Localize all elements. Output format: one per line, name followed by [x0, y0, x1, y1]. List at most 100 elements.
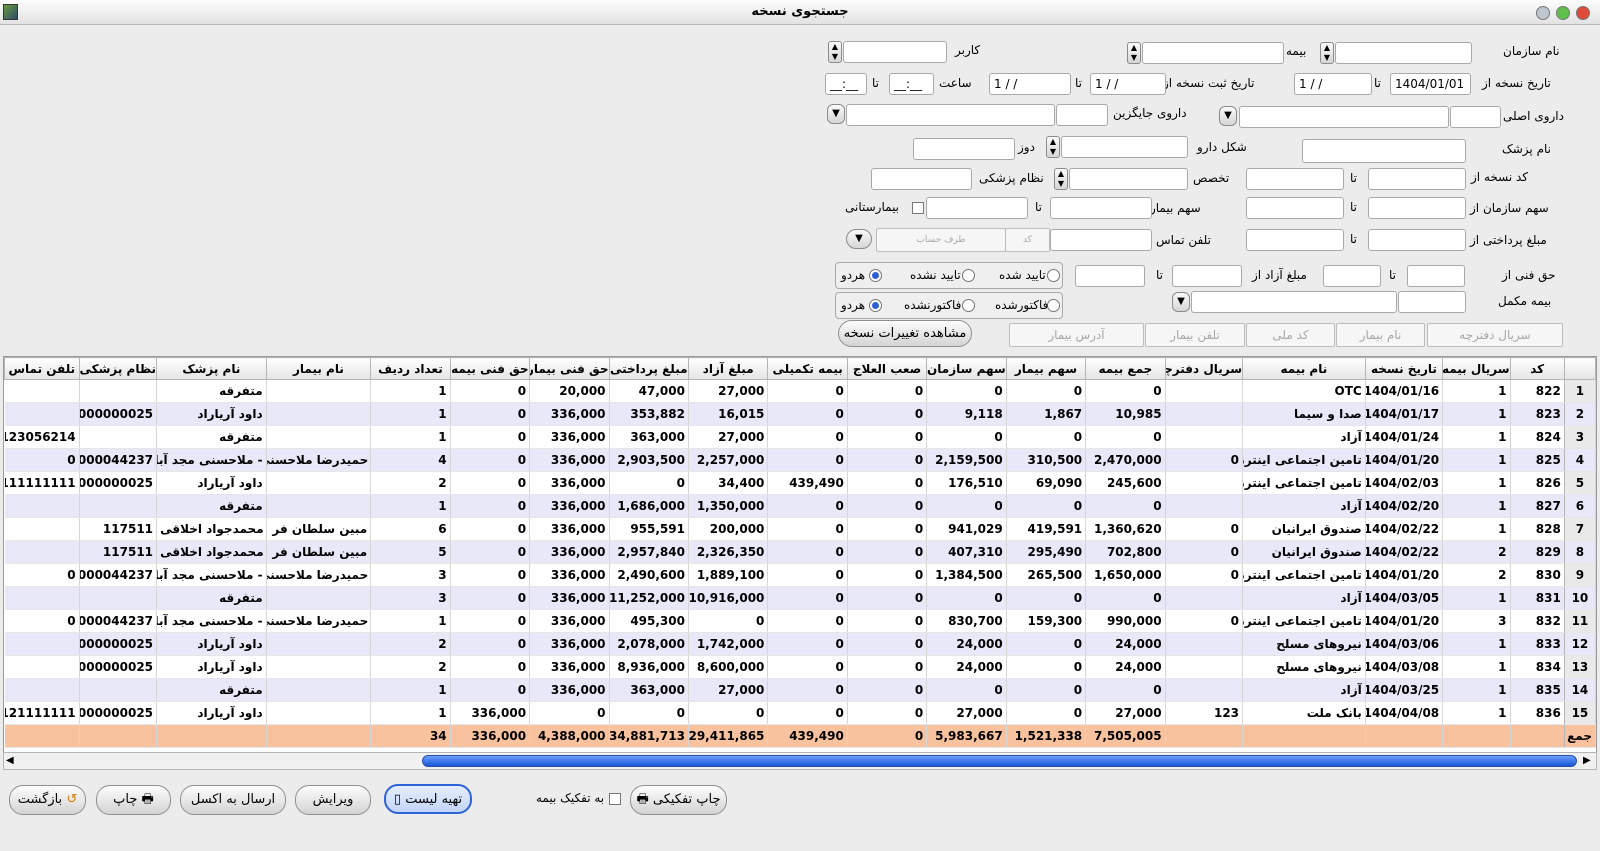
- rx-code-to-input[interactable]: [1246, 168, 1344, 190]
- org-share-from-input[interactable]: [1368, 197, 1466, 219]
- table-row[interactable]: 3 824 1 1404/01/24 آزاد 0 0 0 0 0 27,000 363,000 336…: [4, 425, 1596, 449]
- column-header[interactable]: کد: [1509, 357, 1565, 380]
- patient-name-field[interactable]: نام بیمار: [1336, 323, 1425, 347]
- rx-code-from-input[interactable]: [1368, 168, 1466, 190]
- patient-share-from-input[interactable]: [1050, 197, 1152, 219]
- user-spin[interactable]: ▲ ▼: [828, 41, 842, 63]
- table-row[interactable]: 2 823 1 1404/01/17 صدا و سیما 10,985 1,867 9,11…: [4, 402, 1596, 426]
- close-icon[interactable]: [1576, 6, 1590, 20]
- doctor-name-input[interactable]: [1302, 139, 1466, 163]
- edit-button[interactable]: ویرایش: [295, 785, 371, 815]
- export-excel-button[interactable]: ارسال به اکسل: [180, 785, 286, 815]
- column-header[interactable]: نظام پزشکی: [78, 357, 158, 380]
- maximize-icon[interactable]: [1556, 6, 1570, 20]
- main-drug-dropdown[interactable]: ▼: [1219, 106, 1237, 126]
- specialty-spin[interactable]: ▲ ▼: [1054, 168, 1068, 190]
- tech-fee-to-input[interactable]: [1323, 265, 1381, 287]
- patient-address-field[interactable]: آدرس بیمار: [1009, 323, 1144, 347]
- table-row[interactable]: 983021404/01/20تامین اجتماعی اینترنت01,6…: [4, 563, 1596, 587]
- reg-date-from-input[interactable]: 1 / /: [1090, 73, 1166, 95]
- by-insurance-checkbox[interactable]: [609, 793, 621, 805]
- column-header[interactable]: نام بیمار: [265, 357, 372, 380]
- print-detailed-button[interactable]: چاپ تفکیکی 🖶: [630, 785, 727, 815]
- alt-drug-code-input[interactable]: [1056, 104, 1108, 126]
- column-header[interactable]: صعب العلاج: [846, 357, 928, 380]
- column-header[interactable]: مبلغ آزاد: [687, 357, 769, 380]
- table-row[interactable]: 12 833 1 1404/03/06 نیروهای مسلح 24,000 0 24,00…: [4, 632, 1596, 656]
- serial-book-field[interactable]: سریال دفترچه: [1427, 323, 1563, 347]
- table-row[interactable]: 1183231404/01/20تامین اجتماعی اینترنت099…: [4, 609, 1596, 633]
- med-system-input[interactable]: [871, 168, 972, 190]
- column-header[interactable]: تاریخ نسخه: [1364, 357, 1444, 380]
- invoice-both-radio[interactable]: [869, 299, 882, 312]
- tech-fee-from-input[interactable]: [1407, 265, 1465, 287]
- back-button[interactable]: ↺ بازگشت: [9, 785, 86, 815]
- column-header[interactable]: نام پزشک: [156, 357, 267, 380]
- not-invoiced-radio[interactable]: [962, 299, 975, 312]
- table-row[interactable]: 7 828 1 1404/02/22 صندوق ایرانیان 0 1,360,620 4…: [4, 517, 1596, 541]
- column-header[interactable]: حق فنی بیمه: [449, 357, 531, 380]
- dose-input[interactable]: [913, 138, 1015, 160]
- account-field[interactable]: طرف حساب: [876, 228, 1006, 252]
- column-header[interactable]: بیمه تکمیلی: [767, 357, 848, 380]
- phone-input[interactable]: [1050, 229, 1152, 251]
- time-to-input[interactable]: __:__: [825, 73, 867, 95]
- drug-form-spin[interactable]: ▲ ▼: [1046, 136, 1060, 158]
- supp-ins-dropdown[interactable]: ▼: [1172, 292, 1190, 312]
- hospital-checkbox[interactable]: [912, 202, 924, 214]
- approval-both-radio[interactable]: [869, 269, 882, 282]
- user-input[interactable]: [843, 41, 947, 63]
- totals-row[interactable]: جمع 7,505,005 1,521,338 5,983,667 0 439,490 29…: [4, 724, 1596, 748]
- paid-from-input[interactable]: [1368, 229, 1466, 251]
- column-header[interactable]: سهم سازمان: [926, 357, 1007, 380]
- table-row[interactable]: 6 827 1 1404/02/20 آزاد 0 0 0 0 0 1,350,000 1,686,0…: [4, 494, 1596, 518]
- scroll-left-arrow-icon[interactable]: ◀: [6, 755, 14, 766]
- code-field[interactable]: کد: [1005, 228, 1050, 252]
- column-header[interactable]: حق فنی بیمار: [529, 357, 610, 380]
- view-changes-button[interactable]: مشاهده تغییرات نسخه: [838, 320, 972, 347]
- table-row[interactable]: 13 834 1 1404/03/08 نیروهای مسلح 24,000 0 24,00…: [4, 655, 1596, 679]
- column-header[interactable]: تلفن تماس: [4, 357, 80, 380]
- supp-ins-name-input[interactable]: [1191, 291, 1397, 313]
- reg-date-to-input[interactable]: 1 / /: [989, 73, 1071, 95]
- print-button[interactable]: 🖶 چاپ: [96, 785, 171, 815]
- patient-share-to-input[interactable]: [926, 197, 1028, 219]
- column-header[interactable]: مبلغ پرداختی: [608, 357, 689, 380]
- scrollbar-thumb[interactable]: [422, 755, 1577, 767]
- table-row[interactable]: 8 829 2 1404/02/22 صندوق ایرانیان 0 702,800 295…: [4, 540, 1596, 564]
- alt-drug-name-input[interactable]: [846, 104, 1055, 126]
- national-code-field[interactable]: کد ملی: [1246, 323, 1335, 347]
- column-header[interactable]: سهم بیمار: [1005, 357, 1087, 380]
- prepare-list-button[interactable]: تهیه لیست ▯: [384, 784, 472, 814]
- column-header[interactable]: تعداد ردیف: [370, 357, 451, 380]
- approved-radio[interactable]: [1047, 269, 1060, 282]
- column-header[interactable]: سریال دفترچه: [1164, 357, 1244, 380]
- org-name-input[interactable]: [1335, 42, 1472, 64]
- not-approved-radio[interactable]: [962, 269, 975, 282]
- supp-ins-code-input[interactable]: [1398, 291, 1466, 313]
- prescriptions-table[interactable]: کد سریال بیمه تاریخ نسخه نام بیمه سریال دفتر…: [3, 356, 1597, 753]
- table-row[interactable]: 14 835 1 1404/03/25 آزاد 0 0 0 0 0 27,000 363,000 33…: [4, 678, 1596, 702]
- specialty-input[interactable]: [1069, 168, 1188, 190]
- org-share-to-input[interactable]: [1246, 197, 1344, 219]
- time-from-input[interactable]: __:__: [889, 73, 934, 95]
- column-header[interactable]: جمع بیمه: [1085, 357, 1166, 380]
- patient-phone-field[interactable]: تلفن بیمار: [1145, 323, 1245, 347]
- free-amount-to-input[interactable]: [1075, 265, 1145, 287]
- scroll-right-arrow-icon[interactable]: ▶: [1583, 755, 1591, 766]
- table-row[interactable]: 1 822 1 1404/01/16 OTC 0 0 0 0 0 27,000 47,000 20,00…: [4, 379, 1596, 403]
- table-row[interactable]: 482511404/01/20تامین اجتماعی اینترنت02,4…: [4, 448, 1596, 472]
- insurance-input[interactable]: [1142, 42, 1284, 64]
- main-drug-name-input[interactable]: [1239, 106, 1449, 128]
- account-dropdown[interactable]: ▼: [846, 229, 872, 249]
- free-amount-from-input[interactable]: [1172, 265, 1242, 287]
- column-header[interactable]: سریال بیمه: [1442, 357, 1511, 380]
- column-header[interactable]: نام بیمه: [1242, 357, 1366, 380]
- invoiced-radio[interactable]: [1047, 299, 1060, 312]
- rx-date-to-input[interactable]: 1 / /: [1294, 73, 1372, 95]
- alt-drug-dropdown[interactable]: ▼: [827, 104, 845, 124]
- paid-to-input[interactable]: [1246, 229, 1344, 251]
- main-drug-code-input[interactable]: [1450, 106, 1501, 128]
- table-row[interactable]: 582611404/02/03تامین اجتماعی اینترنت 245,…: [4, 471, 1596, 495]
- minimize-icon[interactable]: [1536, 6, 1550, 20]
